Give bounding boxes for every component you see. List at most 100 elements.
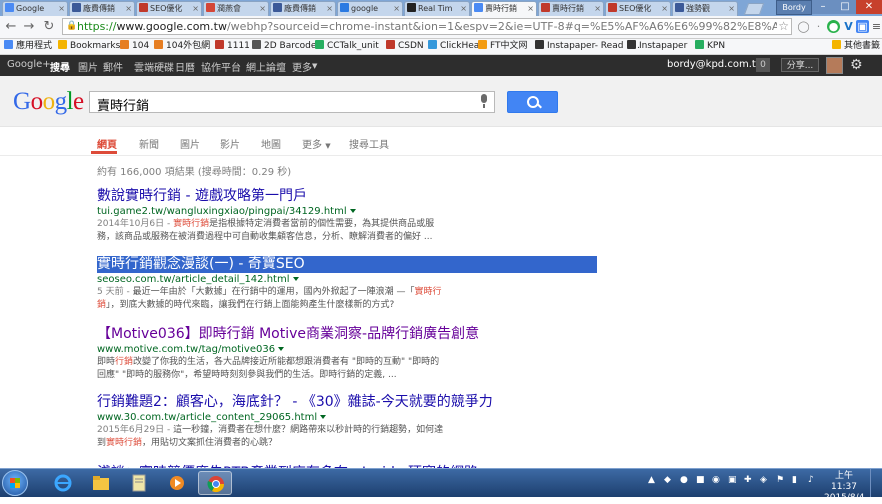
extension-v-icon[interactable]: V bbox=[842, 20, 855, 33]
search-input[interactable]: 賣時行銷 bbox=[89, 91, 495, 114]
tray-app7-icon[interactable]: ◈ bbox=[760, 475, 767, 485]
result-title[interactable]: 實時行銷觀念漫談(一) - 奇寶SEO bbox=[97, 256, 597, 273]
close-icon[interactable]: × bbox=[259, 2, 266, 15]
bookmark-item[interactable]: CCTalk_unit bbox=[315, 40, 379, 53]
tab-search[interactable]: 新聞 bbox=[139, 136, 159, 151]
close-icon[interactable]: × bbox=[192, 2, 199, 15]
browser-tab[interactable]: Real Tim × bbox=[404, 1, 470, 16]
close-window-button[interactable]: ✕ bbox=[856, 0, 882, 14]
browser-tab[interactable]: 廠費傳銷 × bbox=[270, 1, 336, 16]
profile-badge[interactable]: Bordy bbox=[776, 0, 812, 15]
gear-icon[interactable]: ⚙ bbox=[850, 57, 863, 73]
forward-arrow-icon[interactable]: → bbox=[22, 20, 36, 34]
taskbar-clock[interactable]: 上午 11:37 2015/8/4 bbox=[824, 471, 864, 504]
browser-tab[interactable]: Google × bbox=[2, 1, 68, 16]
gbar-item[interactable]: 搜尋 bbox=[50, 59, 70, 74]
search-button[interactable] bbox=[507, 91, 558, 113]
explorer-taskbar-button[interactable] bbox=[84, 471, 118, 495]
chevron-down-icon[interactable] bbox=[320, 415, 327, 419]
result-url[interactable]: seoseo.com.tw/article_detail_142.html bbox=[97, 273, 597, 286]
bookmark-item[interactable]: ClickHeat bbox=[428, 40, 483, 53]
tray-network-icon[interactable]: ▲ bbox=[648, 475, 655, 485]
tray-signal-icon[interactable]: ▮ bbox=[792, 475, 797, 485]
tab-search[interactable]: 影片 bbox=[220, 136, 240, 151]
browser-tab[interactable]: google × bbox=[337, 1, 403, 16]
tab-search[interactable]: 地圖 bbox=[261, 136, 281, 151]
gbar-item[interactable]: 日曆 bbox=[175, 59, 195, 74]
minimize-button[interactable]: – bbox=[812, 0, 834, 14]
notification-count[interactable]: 0 bbox=[756, 58, 770, 72]
back-arrow-icon[interactable]: ← bbox=[4, 20, 18, 34]
result-title[interactable]: 行銷難題2：顧客心，海底針？ - 《30》雜誌-今天就要的競爭力 bbox=[97, 394, 597, 411]
close-icon[interactable]: × bbox=[661, 2, 668, 15]
bookmark-item[interactable]: Bookmarks bbox=[58, 40, 120, 53]
close-icon[interactable]: × bbox=[125, 2, 132, 15]
close-icon[interactable]: × bbox=[58, 2, 65, 15]
close-icon[interactable]: × bbox=[527, 2, 534, 15]
bookmark-item[interactable]: Instapaper- Read L... bbox=[535, 40, 640, 53]
bookmark-item[interactable]: FT中文网 bbox=[478, 40, 528, 53]
gbar-item[interactable]: 網上論壇 bbox=[246, 59, 286, 74]
tray-app4-icon[interactable]: ◉ bbox=[712, 475, 720, 485]
close-icon[interactable]: × bbox=[594, 2, 601, 15]
tab-search[interactable]: 搜尋工具 bbox=[349, 136, 389, 151]
close-icon[interactable]: × bbox=[728, 2, 735, 15]
reload-icon[interactable]: ↻ bbox=[42, 20, 56, 34]
microphone-icon[interactable] bbox=[480, 94, 488, 108]
notepad-taskbar-button[interactable] bbox=[122, 471, 156, 495]
address-bar[interactable]: 🔒 https://www.google.com.tw/webhp?source… bbox=[62, 18, 792, 35]
chrome-taskbar-button[interactable] bbox=[198, 471, 232, 495]
bookmark-item[interactable]: 2D Barcodes bbox=[252, 40, 321, 53]
chevron-down-icon[interactable] bbox=[349, 209, 356, 213]
browser-tab[interactable]: 賣時行銷 × bbox=[538, 1, 604, 16]
browser-tab[interactable]: SEO優化 × bbox=[605, 1, 671, 16]
gbar-item[interactable]: 更多 bbox=[292, 59, 312, 74]
google-logo[interactable]: Google bbox=[13, 88, 84, 116]
bookmark-item[interactable]: 104 bbox=[120, 40, 149, 53]
tab-search[interactable]: 圖片 bbox=[180, 136, 200, 151]
tray-app-icon[interactable]: ◆ bbox=[664, 475, 671, 485]
maximize-button[interactable]: □ bbox=[834, 0, 856, 14]
bookmark-item[interactable]: Instapaper bbox=[627, 40, 687, 53]
menu-icon[interactable]: ≡ bbox=[870, 20, 882, 33]
show-desktop-button[interactable] bbox=[870, 469, 882, 497]
bookmark-item[interactable]: 1111 bbox=[215, 40, 250, 53]
close-icon[interactable]: × bbox=[460, 2, 467, 15]
gbar-item[interactable]: 雲端硬碟 bbox=[134, 59, 174, 74]
address-url[interactable]: https://www.google.com.tw/webhp?sourceid… bbox=[77, 20, 777, 33]
browser-tab[interactable]: 強勢觀 × bbox=[672, 1, 738, 16]
new-tab-button[interactable] bbox=[743, 3, 765, 15]
result-url[interactable]: tui.game2.tw/wangluxingxiao/pingpai/3412… bbox=[97, 205, 597, 218]
account-email[interactable]: bordy@kpd.com.tw bbox=[667, 59, 764, 70]
tab-search[interactable]: 更多 ▼ bbox=[302, 136, 331, 151]
tray-app6-icon[interactable]: ✚ bbox=[744, 475, 752, 485]
extension-dot-icon[interactable]: · bbox=[812, 20, 825, 33]
start-button[interactable] bbox=[2, 470, 28, 496]
bookmark-item[interactable]: 應用程式 bbox=[4, 40, 52, 53]
tray-app3-icon[interactable]: ■ bbox=[696, 475, 705, 485]
close-icon[interactable]: × bbox=[326, 2, 333, 15]
tray-flag-icon[interactable]: ⚑ bbox=[776, 475, 784, 485]
ie-taskbar-button[interactable] bbox=[46, 471, 80, 495]
media-taskbar-button[interactable] bbox=[160, 471, 194, 495]
gbar-item[interactable]: 協作平台 bbox=[201, 59, 241, 74]
extension-green-icon[interactable]: ● bbox=[827, 20, 840, 33]
bookmark-item[interactable]: 其他書籤 bbox=[832, 40, 880, 53]
bookmark-item[interactable]: KPN bbox=[695, 40, 725, 53]
gbar-item[interactable]: Google+ bbox=[7, 59, 51, 70]
close-icon[interactable]: × bbox=[393, 2, 400, 15]
bookmark-star-icon[interactable]: ☆ bbox=[778, 19, 789, 33]
extension-blue-icon[interactable]: ▣ bbox=[856, 20, 869, 33]
result-title[interactable]: 數說實時行銷 - 遊戲攻略第一門戶 bbox=[97, 188, 597, 205]
avatar[interactable] bbox=[826, 57, 843, 74]
extension-circle-icon[interactable]: ◯ bbox=[797, 20, 810, 33]
result-url[interactable]: www.motive.com.tw/tag/motive036 bbox=[97, 343, 597, 356]
tray-app2-icon[interactable]: ● bbox=[680, 475, 688, 485]
browser-tab[interactable]: 潤燕會 × bbox=[203, 1, 269, 16]
browser-tab[interactable]: SEO優化 × bbox=[136, 1, 202, 16]
chevron-down-icon[interactable] bbox=[292, 277, 299, 281]
tray-app5-icon[interactable]: ▣ bbox=[728, 475, 737, 485]
bookmark-item[interactable]: CSDN bbox=[386, 40, 424, 53]
gbar-item[interactable]: 郵件 bbox=[103, 59, 123, 74]
browser-tab[interactable]: 廠費傳銷 × bbox=[69, 1, 135, 16]
